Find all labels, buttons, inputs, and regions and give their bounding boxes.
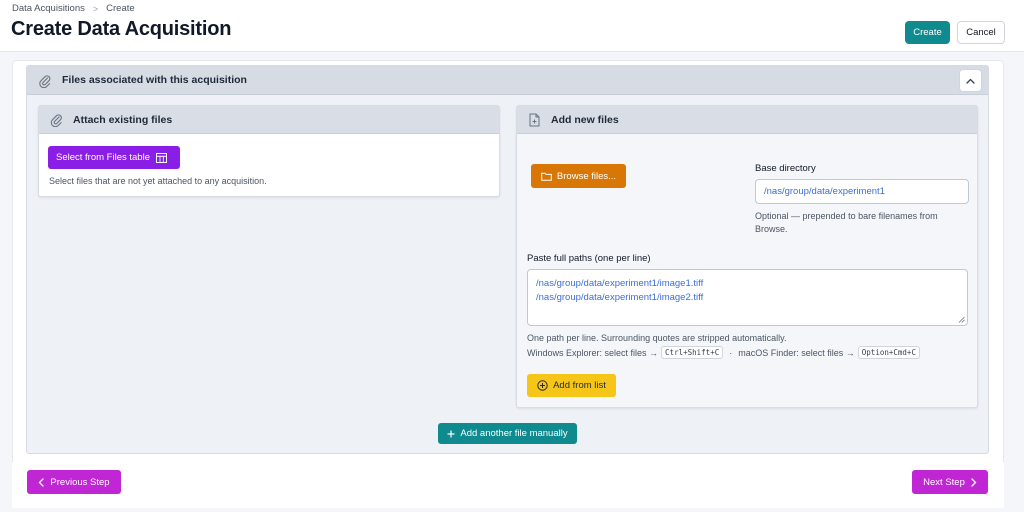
file-plus-icon	[529, 113, 540, 127]
add-from-list-label: Add from list	[553, 380, 606, 391]
create-button[interactable]: Create	[905, 21, 950, 44]
paste-path-line: /nas/group/data/experiment1/image1.tiff	[536, 278, 704, 289]
base-directory-label: Base directory	[755, 163, 816, 174]
table-icon	[155, 152, 167, 163]
paste-paths-textarea[interactable]: /nas/group/data/experiment1/image1.tiff …	[527, 269, 968, 326]
shortcut-help-line: Windows Explorer: select files → Ctrl+Sh…	[527, 346, 920, 359]
mac-shortcut-kbd: Option+Cmd+C	[857, 346, 920, 359]
chevron-right-icon	[971, 477, 977, 487]
browse-files-label: Browse files...	[556, 170, 617, 182]
add-file-manually-label: Add another file manually	[460, 428, 568, 439]
add-new-files-header: Add new files	[517, 106, 977, 134]
add-from-list-button[interactable]: Add from list	[527, 374, 616, 397]
paste-path-line: /nas/group/data/experiment1/image2.tiff	[536, 292, 704, 303]
breadcrumb-create: Create	[106, 3, 135, 14]
paste-help-line: One path per line. Surrounding quotes ar…	[527, 333, 787, 343]
select-from-files-table-label: Select from Files table	[56, 152, 150, 163]
paperclip-icon	[39, 75, 51, 88]
files-section-header: Files associated with this acquisition	[27, 66, 988, 95]
add-file-manually-button[interactable]: Add another file manually	[438, 423, 577, 444]
base-directory-input[interactable]: /nas/group/data/experiment1	[755, 179, 969, 204]
add-new-files-title: Add new files	[551, 114, 619, 126]
resize-grip-icon[interactable]	[958, 316, 965, 323]
wizard-footer	[12, 462, 1004, 508]
previous-step-label: Previous Step	[50, 476, 110, 488]
next-step-button[interactable]: Next Step	[912, 470, 988, 494]
attach-existing-panel: Attach existing files Select from Files …	[38, 105, 500, 197]
base-directory-help: Optional — prepended to bare filenames f…	[755, 211, 938, 234]
paperclip-icon	[50, 114, 62, 127]
windows-shortcut-kbd: Ctrl+Shift+C	[661, 346, 724, 359]
top-bar: Data Acquisitions > Create Create Data A…	[0, 0, 1024, 52]
collapse-section-button[interactable]	[959, 69, 982, 92]
windows-help-text: Windows Explorer: select files →	[527, 347, 659, 358]
chevron-right-icon: >	[92, 3, 99, 14]
chevron-up-icon	[966, 78, 975, 84]
files-section-title: Files associated with this acquisition	[62, 74, 247, 86]
breadcrumb-data-acquisitions[interactable]: Data Acquisitions	[12, 3, 85, 14]
chevron-left-icon	[39, 477, 45, 487]
folder-icon	[541, 172, 552, 181]
plus-icon	[447, 430, 455, 437]
cancel-button[interactable]: Cancel	[957, 21, 1005, 44]
attach-existing-help: Select files that are not yet attached t…	[49, 176, 267, 186]
add-new-files-panel: Add new files Browse files... Base direc…	[516, 105, 978, 408]
mac-help-text: macOS Finder: select files →	[738, 347, 855, 358]
browse-files-button[interactable]: Browse files...	[531, 164, 626, 188]
select-from-files-table-button[interactable]: Select from Files table	[48, 146, 180, 169]
plus-circle-icon	[537, 380, 548, 391]
paste-paths-label: Paste full paths (one per line)	[527, 253, 651, 264]
next-step-label: Next Step	[923, 476, 965, 488]
page-title: Create Data Acquisition	[11, 18, 232, 40]
attach-existing-header: Attach existing files	[39, 106, 499, 134]
attach-existing-title: Attach existing files	[73, 114, 173, 126]
breadcrumb: Data Acquisitions > Create	[12, 3, 135, 14]
separator-dot: ·	[729, 347, 733, 358]
previous-step-button[interactable]: Previous Step	[27, 470, 121, 494]
